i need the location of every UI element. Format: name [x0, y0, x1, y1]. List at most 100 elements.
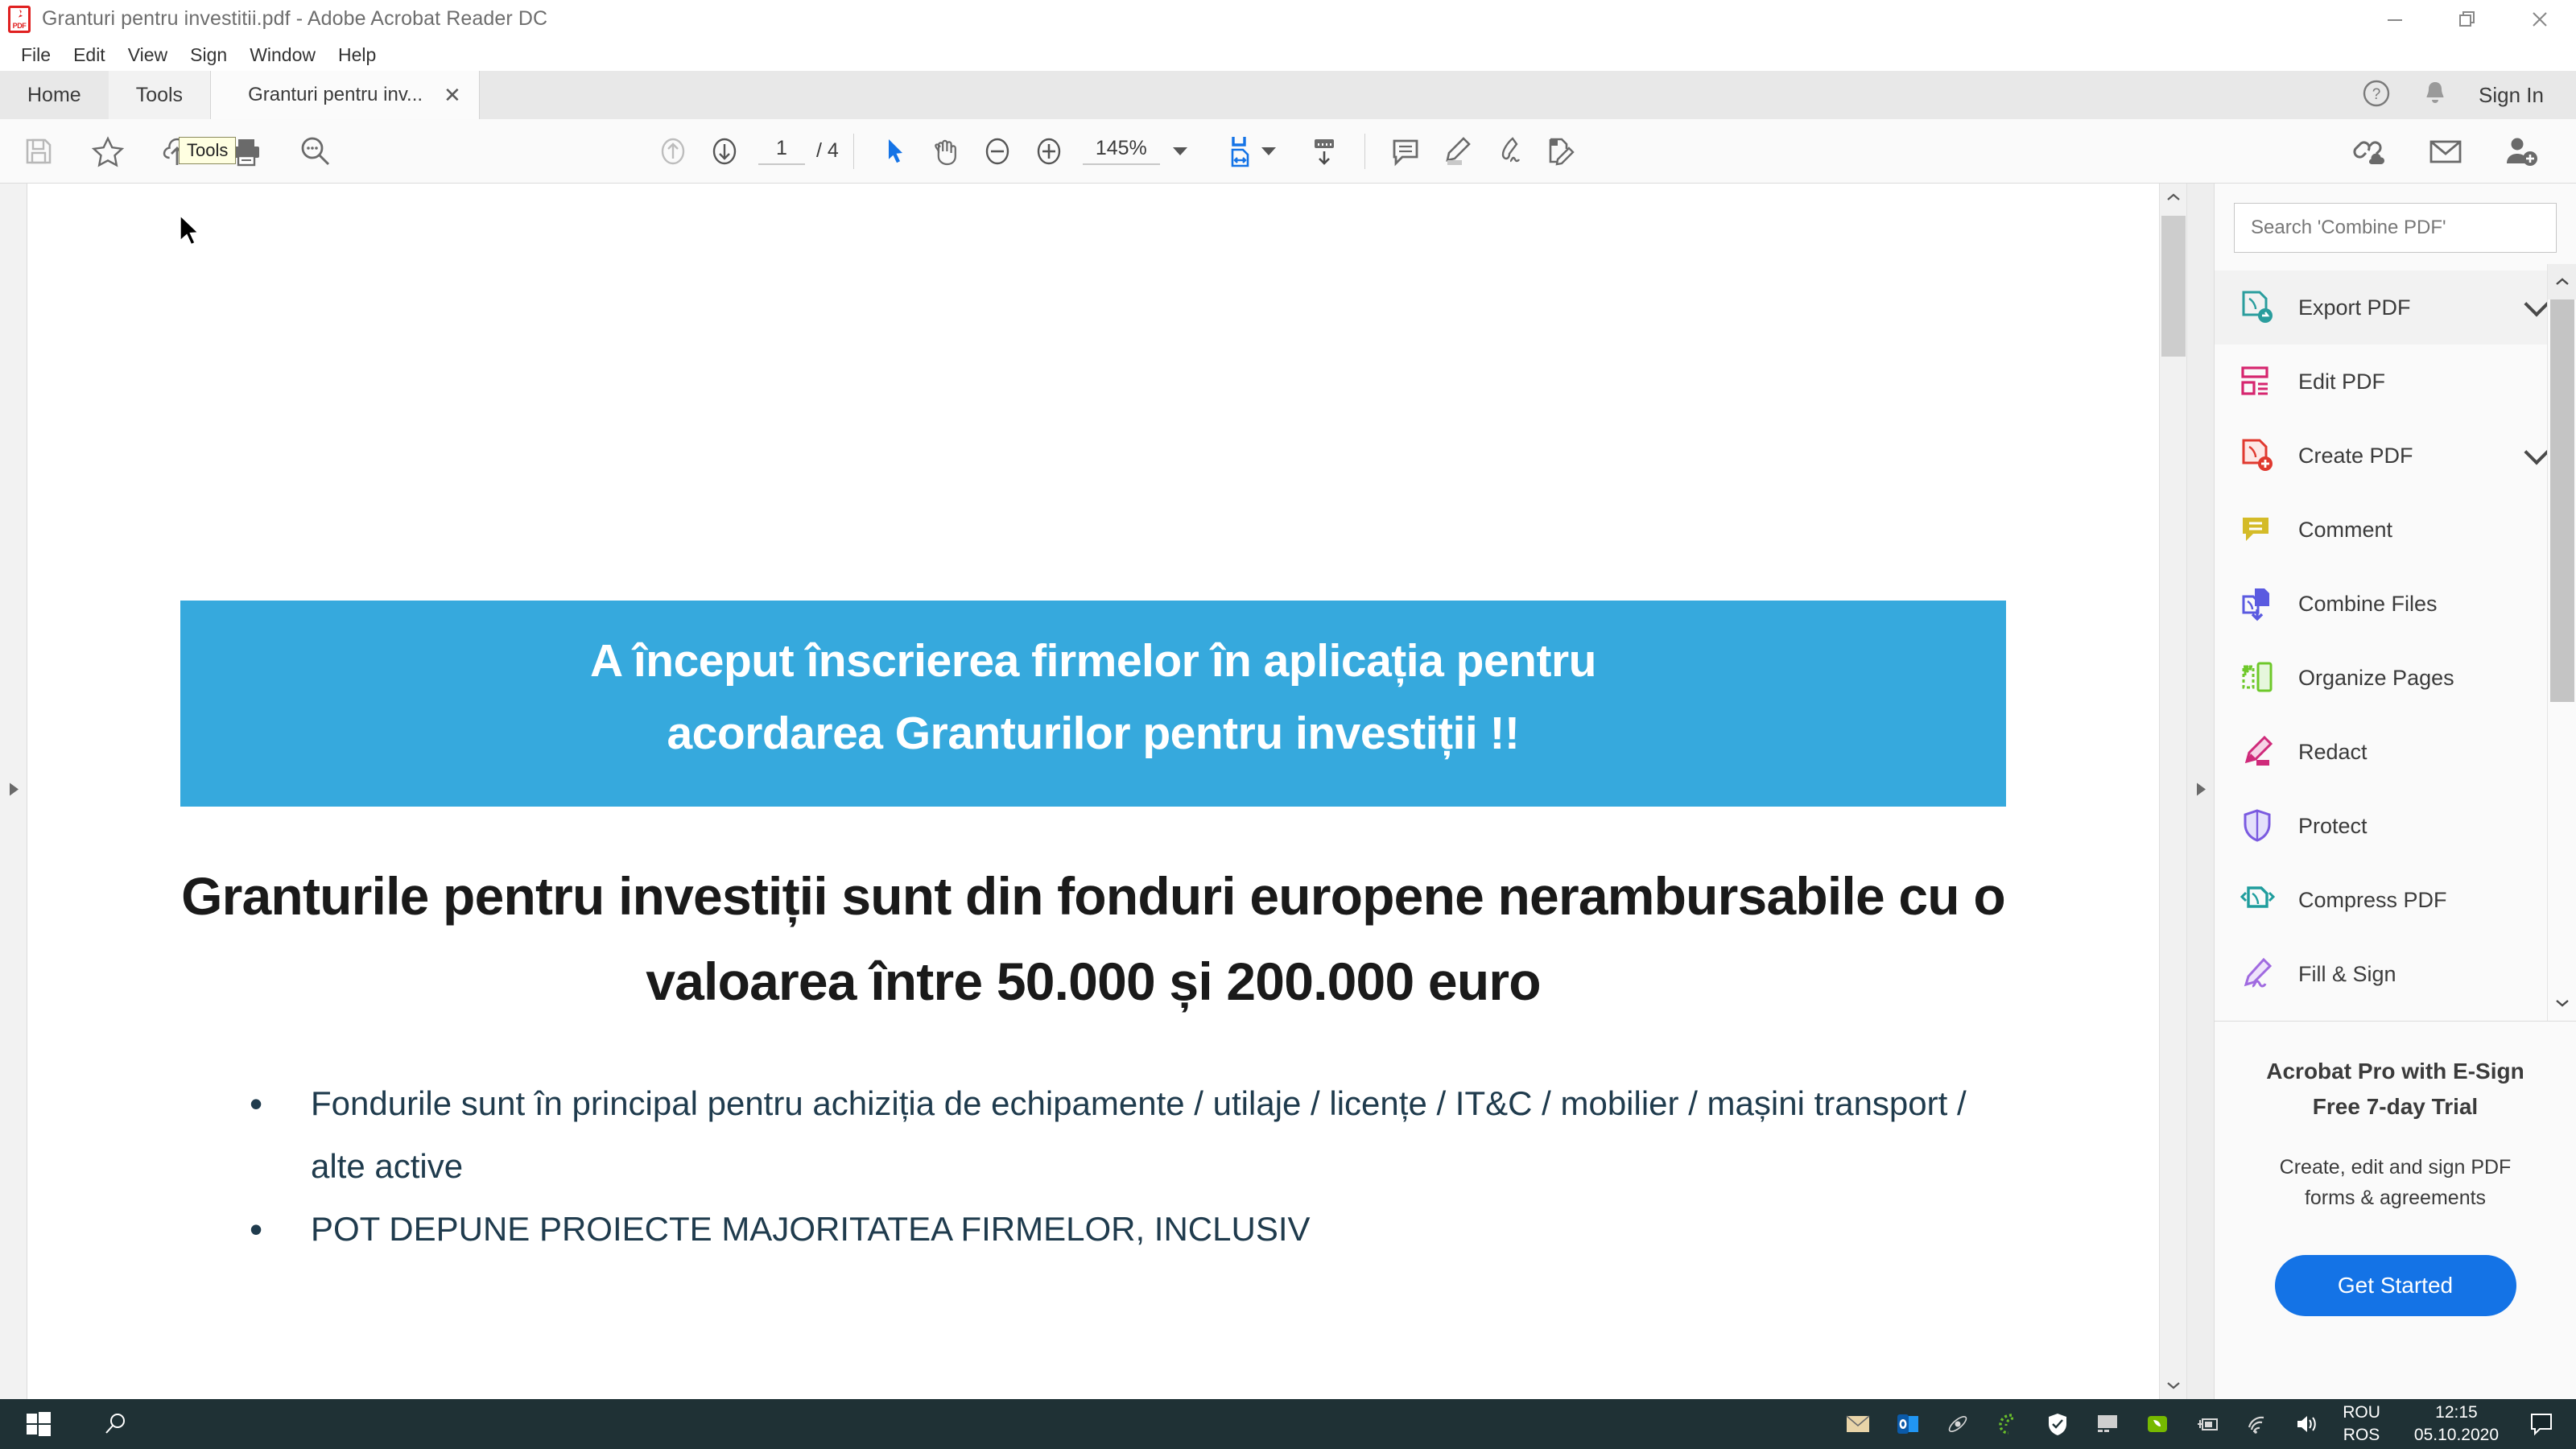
get-started-button[interactable]: Get Started [2274, 1255, 2516, 1316]
restore-button[interactable] [2431, 0, 2504, 39]
tab-tools[interactable]: Tools [108, 71, 211, 119]
fit-page-width-icon[interactable] [1215, 126, 1266, 177]
share-link-icon[interactable] [2344, 126, 2396, 177]
hand-tool-icon[interactable] [920, 126, 972, 177]
tools-panel-item-comment[interactable]: Comment [2215, 493, 2576, 567]
page-navigation: 1 / 4 [758, 137, 839, 165]
menu-view[interactable]: View [117, 39, 179, 71]
security-shield-tray-icon[interactable] [2043, 1410, 2072, 1439]
tools-panel-scrollbar[interactable] [2547, 264, 2576, 1021]
help-icon[interactable]: ? [2361, 78, 2392, 113]
tools-list: Export PDF Edit PDF Create PDF Comment Combi… [2215, 264, 2576, 1011]
collapse-right-pane-icon[interactable] [2194, 782, 2207, 802]
left-pane-toggle-rail[interactable] [0, 184, 27, 1399]
battery-plug-tray-icon[interactable] [2193, 1410, 2222, 1439]
zoom-level-input[interactable]: 145% [1082, 137, 1160, 165]
body-area: A început înscrierea firmelor în aplicaț… [0, 184, 2576, 1399]
start-button-icon[interactable] [0, 1399, 77, 1449]
minimize-button[interactable] [2359, 0, 2431, 39]
bullet-text: Fondurile sunt în principal pentru achiz… [311, 1084, 1967, 1185]
organize-pages-icon [2237, 658, 2277, 698]
right-pane-toggle-rail[interactable] [2186, 184, 2214, 1399]
nvidia-green-tray-icon[interactable] [1993, 1410, 2022, 1439]
comment-icon[interactable] [1380, 126, 1431, 177]
display-monitor-tray-icon[interactable] [2093, 1410, 2122, 1439]
tools-panel-item-compress-pdf[interactable]: Compress PDF [2215, 863, 2576, 937]
page-count-label: / 4 [816, 139, 839, 162]
zoom-in-icon[interactable] [1023, 126, 1075, 177]
menu-help[interactable]: Help [327, 39, 387, 71]
tools-panel-item-label: Organize Pages [2298, 665, 2454, 690]
previous-page-icon[interactable] [647, 126, 699, 177]
tools-panel-item-protect[interactable]: Protect [2215, 789, 2576, 863]
tools-search-wrapper: Search 'Combine PDF' [2215, 184, 2576, 264]
document-tab[interactable]: Granturi pentru inv... ✕ [210, 71, 480, 119]
volume-tray-icon[interactable] [2293, 1410, 2322, 1439]
fit-page-chevron-down-icon[interactable] [1261, 147, 1276, 155]
document-tab-label: Granturi pentru inv... [248, 84, 423, 105]
tools-panel-item-label: Compress PDF [2298, 887, 2447, 912]
page-number-input[interactable]: 1 [758, 137, 805, 165]
document-scrollbar[interactable] [2159, 184, 2186, 1399]
language-line-2: ROS [2343, 1426, 2380, 1444]
next-page-icon[interactable] [699, 126, 750, 177]
tab-strip-spacer [479, 71, 2362, 119]
title-bar: PDF Granturi pentru investitii.pdf - Ado… [0, 0, 2576, 39]
menu-edit[interactable]: Edit [62, 39, 117, 71]
panel-scroll-down-icon[interactable] [2548, 985, 2576, 1021]
menu-sign[interactable]: Sign [179, 39, 238, 71]
edit-pdf-icon [2237, 361, 2277, 402]
zoom-out-icon[interactable] [972, 126, 1023, 177]
search-input[interactable]: Search 'Combine PDF' [2234, 203, 2557, 253]
notifications-bell-icon[interactable] [2421, 78, 2450, 113]
tools-panel-item-redact[interactable]: Redact [2215, 715, 2576, 789]
clock[interactable]: 12:15 05.10.2020 [2414, 1402, 2499, 1447]
menu-window[interactable]: Window [238, 39, 327, 71]
tools-panel-item-create-pdf[interactable]: Create PDF [2215, 419, 2576, 493]
tools-panel-item-combine-files[interactable]: Combine Files [2215, 567, 2576, 641]
protect-icon [2237, 806, 2277, 846]
sign-pen-icon[interactable] [1483, 126, 1534, 177]
star-bookmark-icon[interactable] [82, 126, 134, 177]
mail-tray-icon[interactable] [1843, 1410, 1872, 1439]
toolbar-left-group [0, 126, 341, 177]
tab-home[interactable]: Home [0, 71, 109, 119]
outlook-tray-icon[interactable] [1893, 1410, 1922, 1439]
email-icon[interactable] [2420, 126, 2471, 177]
panel-scroll-up-icon[interactable] [2548, 264, 2576, 299]
sign-in-button[interactable]: Sign In [2479, 83, 2544, 108]
expand-left-pane-icon[interactable] [7, 782, 20, 802]
tools-panel-item-export-pdf[interactable]: Export PDF [2215, 270, 2576, 345]
tools-panel-item-edit-pdf[interactable]: Edit PDF [2215, 345, 2576, 419]
close-button[interactable] [2504, 0, 2576, 39]
tools-panel-item-fill-sign[interactable]: Fill & Sign [2215, 937, 2576, 1011]
chevron-down-icon[interactable] [1172, 147, 1187, 155]
banner-line-2: acordarea Granturilor pentru investiții … [667, 708, 1520, 759]
tools-panel-item-label: Comment [2298, 517, 2393, 542]
satellite-tray-icon[interactable] [1943, 1410, 1972, 1439]
taskbar-search-icon[interactable] [77, 1399, 155, 1449]
scrollbar-thumb[interactable] [2161, 216, 2186, 357]
menu-file[interactable]: File [10, 39, 62, 71]
add-person-icon[interactable] [2496, 126, 2547, 177]
wifi-tray-icon[interactable] [2243, 1410, 2272, 1439]
chevron-down-icon[interactable] [2524, 291, 2549, 317]
document-view[interactable]: A început înscrierea firmelor în aplicaț… [27, 184, 2159, 1399]
select-cursor-icon[interactable] [869, 126, 920, 177]
document-bullet-list: • Fondurile sunt în principal pentru ach… [180, 1072, 2006, 1261]
scroll-down-icon[interactable] [2160, 1372, 2187, 1399]
tools-panel-item-organize-pages[interactable]: Organize Pages [2215, 641, 2576, 715]
panel-scrollbar-thumb[interactable] [2550, 299, 2574, 702]
scroll-page-down-icon[interactable] [1298, 126, 1350, 177]
chevron-down-icon[interactable] [2524, 440, 2549, 465]
close-icon[interactable]: ✕ [444, 85, 461, 105]
fill-and-sign-icon[interactable] [1534, 126, 1586, 177]
save-icon[interactable] [13, 126, 64, 177]
nvidia-tray-icon[interactable] [2143, 1410, 2172, 1439]
highlight-icon[interactable] [1431, 126, 1483, 177]
scroll-up-icon[interactable] [2160, 184, 2187, 211]
search-icon[interactable] [290, 126, 341, 177]
language-indicator[interactable]: ROU ROS [2343, 1402, 2380, 1447]
tools-panel-item-label: Redact [2298, 739, 2368, 764]
action-center-icon[interactable] [2528, 1408, 2565, 1440]
